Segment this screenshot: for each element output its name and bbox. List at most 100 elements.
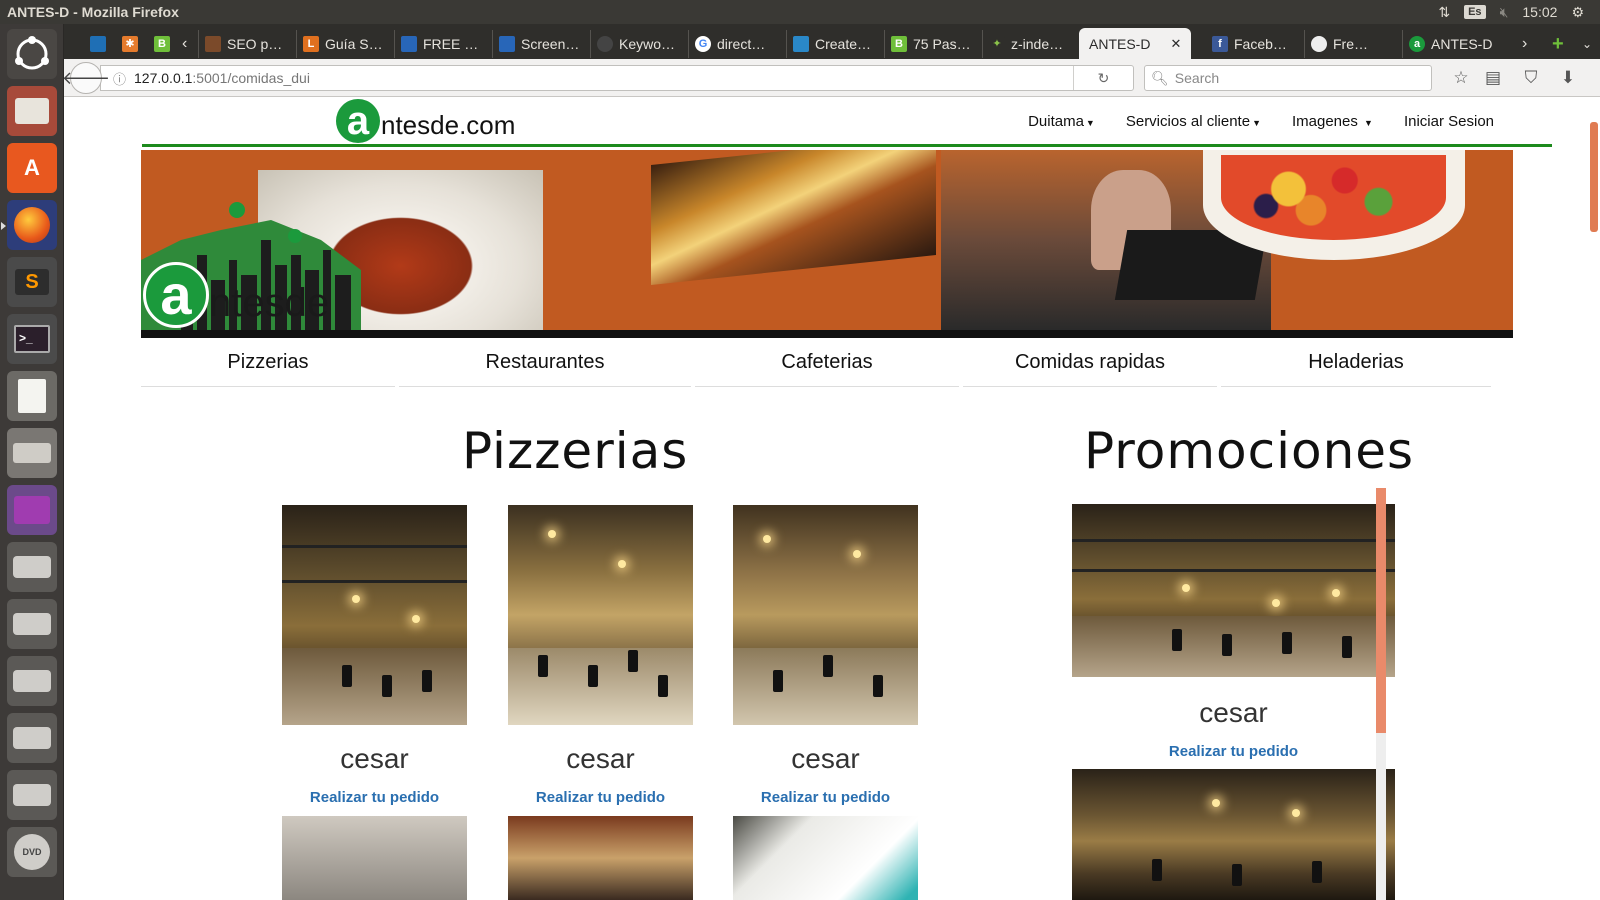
- pizzeria-photo[interactable]: [733, 505, 918, 725]
- page-scrollbar[interactable]: [1588, 97, 1600, 900]
- caret-down-icon: ▼: [1252, 118, 1261, 128]
- window-title: ANTES-D - Mozilla Firefox: [7, 4, 179, 20]
- top-navigation: Duitama ▼ Servicios al cliente ▼ Imagenes …: [1028, 113, 1494, 130]
- banner-logo-text: ntesde: [209, 281, 330, 325]
- reading-list-icon[interactable]: ▤: [1480, 66, 1506, 90]
- tab-pinned-3[interactable]: B: [148, 30, 174, 58]
- tab-scroll-right-icon[interactable]: ›: [1516, 30, 1536, 58]
- tab-direct[interactable]: Gdirect…: [688, 30, 784, 58]
- tab-seo[interactable]: SEO p…: [198, 30, 294, 58]
- site-header: a ntesde.com Duitama ▼ Servicios al clien…: [142, 97, 1552, 147]
- tab-scroll-left-icon[interactable]: ‹: [176, 30, 196, 58]
- close-tab-icon[interactable]: ✕: [1170, 36, 1181, 52]
- tab-restaurantes[interactable]: Restaurantes: [399, 339, 691, 387]
- clock[interactable]: 15:02: [1522, 4, 1557, 20]
- downloads-icon[interactable]: ⬇: [1555, 66, 1581, 90]
- search-input[interactable]: 🔍︎ Search: [1144, 65, 1432, 91]
- reload-icon[interactable]: ↻: [1073, 66, 1133, 90]
- food-category-tabs: Pizzerias Restaurantes Cafeterias Comida…: [141, 339, 1513, 389]
- section-title-pizzerias: Pizzerias: [462, 422, 689, 480]
- nav-servicios-al-cliente[interactable]: Servicios al cliente ▼: [1126, 113, 1261, 130]
- drive-icon[interactable]: [7, 656, 57, 706]
- software-center-icon[interactable]: A: [7, 143, 57, 193]
- app-icon[interactable]: [7, 485, 57, 535]
- pizzeria-photo[interactable]: [282, 816, 467, 900]
- files-icon[interactable]: [7, 86, 57, 136]
- tab-free[interactable]: FREE …: [394, 30, 490, 58]
- tab-comidas-rapidas[interactable]: Comidas rapidas: [963, 339, 1217, 387]
- nav-duitama[interactable]: Duitama ▼: [1028, 113, 1095, 130]
- url-bar[interactable]: ⓘ 127.0.0.1:5001/comidas_dui ↻: [100, 65, 1134, 91]
- tab-create[interactable]: Create…: [786, 30, 882, 58]
- ubuntu-dash-icon[interactable]: [7, 29, 57, 79]
- tab-cafeterias[interactable]: Cafeterias: [695, 339, 959, 387]
- tab-pinned-2[interactable]: ✱: [116, 30, 142, 58]
- tab-keyword[interactable]: Keywo…: [590, 30, 686, 58]
- site-logo[interactable]: a ntesde.com: [336, 99, 515, 143]
- site-info-icon[interactable]: ⓘ: [113, 69, 126, 88]
- drive-icon[interactable]: [7, 713, 57, 763]
- promo-order-link[interactable]: Realizar tu pedido: [1072, 743, 1395, 760]
- sublime-text-icon[interactable]: S: [7, 257, 57, 307]
- volume-muted-icon[interactable]: 🔇︎: [1500, 4, 1509, 21]
- pizzeria-photo[interactable]: [282, 505, 467, 725]
- tab-antes-d-2[interactable]: a ANTES-D: [1402, 30, 1498, 58]
- pocket-icon[interactable]: ⛉: [1518, 66, 1544, 90]
- tab-free-2[interactable]: Fre…: [1304, 30, 1400, 58]
- keyboard-layout-indicator[interactable]: Es: [1464, 5, 1486, 19]
- order-link[interactable]: Realizar tu pedido: [282, 789, 467, 806]
- page-scrollbar-thumb[interactable]: [1590, 122, 1598, 232]
- new-tab-icon[interactable]: +: [1546, 30, 1570, 58]
- home-icon[interactable]: ⌂: [1591, 66, 1600, 90]
- section-title-promociones: Promociones: [1084, 422, 1415, 480]
- hero-banner: a ntesde: [141, 150, 1513, 338]
- text-editor-icon[interactable]: [7, 371, 57, 421]
- nav-iniciar-sesion[interactable]: Iniciar Sesion: [1404, 113, 1494, 130]
- url-path: :5001/comidas_dui: [192, 70, 310, 86]
- pizzeria-name: cesar: [791, 743, 860, 774]
- promo-scrollbar[interactable]: [1376, 488, 1386, 900]
- promo-scrollbar-thumb[interactable]: [1376, 488, 1386, 733]
- bookmark-star-icon[interactable]: ☆: [1448, 66, 1474, 90]
- tab-screen[interactable]: Screen…: [492, 30, 588, 58]
- search-placeholder: Search: [1174, 70, 1220, 86]
- dvd-icon[interactable]: DVD: [7, 827, 57, 877]
- unity-launcher: A S >_ DVD: [0, 24, 64, 900]
- tab-antes-d-active[interactable]: ANTES-D ✕: [1079, 28, 1191, 59]
- tab-list-icon[interactable]: ⌄: [1576, 30, 1596, 58]
- pizzeria-photo[interactable]: [508, 816, 693, 900]
- pizzeria-photo[interactable]: [733, 816, 918, 900]
- web-page: a ntesde.com Duitama ▼ Servicios al clien…: [64, 97, 1600, 900]
- pizzeria-photo[interactable]: [508, 505, 693, 725]
- caret-down-icon: ▼: [1085, 118, 1095, 128]
- nav-imagenes[interactable]: Imagenes ▼: [1292, 113, 1373, 130]
- back-button[interactable]: 🡐: [62, 62, 110, 94]
- browser-navigation-bar: ⓘ 127.0.0.1:5001/comidas_dui ↻ 🡐 🔍︎ Sear…: [62, 59, 1600, 97]
- promo-photo[interactable]: [1072, 769, 1395, 900]
- tab-z-index[interactable]: ✦ z-inde…: [982, 30, 1078, 58]
- pizzeria-name: cesar: [340, 743, 409, 774]
- drive-icon[interactable]: [7, 770, 57, 820]
- tab-guia[interactable]: L Guía S…: [296, 30, 392, 58]
- drive-icon[interactable]: [7, 542, 57, 592]
- promo-photo[interactable]: [1072, 504, 1395, 677]
- firefox-icon[interactable]: [1, 200, 57, 250]
- scanner-icon[interactable]: [7, 428, 57, 478]
- banner-logo-letter: a: [143, 262, 209, 328]
- order-link[interactable]: Realizar tu pedido: [508, 789, 693, 806]
- drive-icon[interactable]: [7, 599, 57, 649]
- banner-fruit-salad: [1203, 150, 1465, 260]
- order-link[interactable]: Realizar tu pedido: [733, 789, 918, 806]
- network-icon[interactable]: ⇅: [1438, 4, 1450, 21]
- caret-down-icon: ▼: [1364, 118, 1373, 128]
- url-host: 127.0.0.1: [134, 70, 193, 86]
- tab-heladerias[interactable]: Heladerias: [1221, 339, 1491, 387]
- tab-pizzerias[interactable]: Pizzerias: [141, 339, 395, 387]
- promo-name: cesar: [1199, 697, 1268, 728]
- tab-pinned-1[interactable]: [84, 30, 110, 58]
- tab-facebook[interactable]: f Faceb…: [1206, 30, 1302, 58]
- banner-logo: a ntesde: [143, 262, 329, 328]
- terminal-icon[interactable]: >_: [7, 314, 57, 364]
- tab-75-pas[interactable]: B 75 Pas…: [884, 30, 980, 58]
- settings-gear-icon[interactable]: ⚙: [1571, 4, 1584, 21]
